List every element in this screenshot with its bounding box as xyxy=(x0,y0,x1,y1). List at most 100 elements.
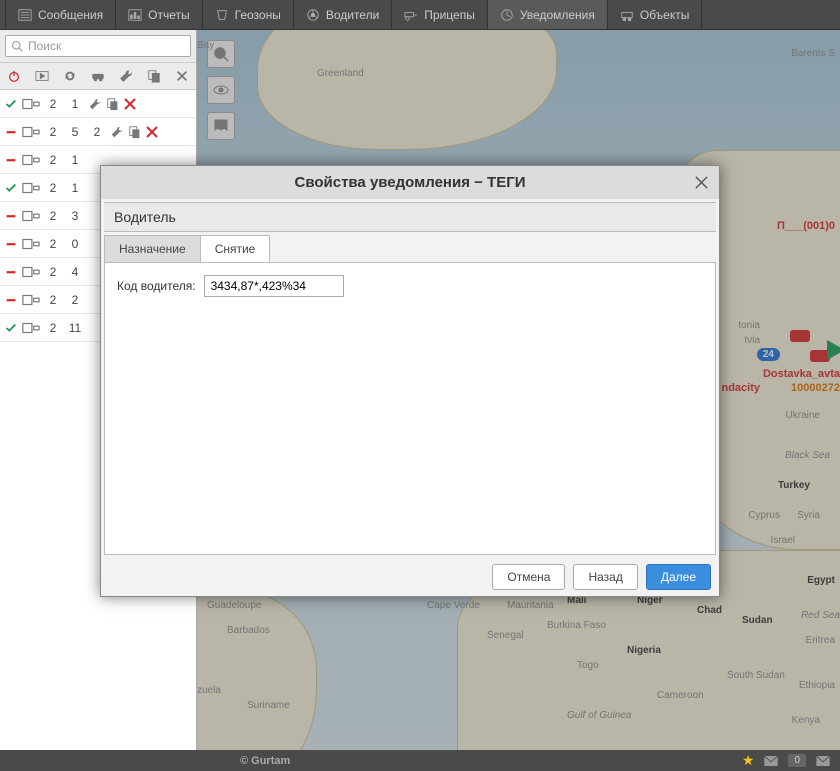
map-label: Cyprus xyxy=(748,510,780,521)
nav-label: Отчеты xyxy=(148,8,189,22)
nav-drivers[interactable]: Водители xyxy=(294,0,392,29)
copy-icon[interactable] xyxy=(106,97,120,111)
nav-label: Уведомления xyxy=(520,8,595,22)
nav-label: Объекты xyxy=(640,8,690,22)
map-label: Black Sea xyxy=(785,450,830,461)
map-label: tonia xyxy=(738,320,760,331)
map-label: Bay xyxy=(197,40,214,51)
dash-icon xyxy=(4,237,18,251)
envelope-icon[interactable] xyxy=(816,756,830,766)
count-cell: 3 xyxy=(66,209,84,223)
chart-icon xyxy=(128,8,142,22)
close-icon[interactable] xyxy=(694,175,709,190)
delete-icon[interactable] xyxy=(146,126,158,138)
tab-separate[interactable]: Снятие xyxy=(200,235,271,262)
list-item[interactable]: 252 xyxy=(0,118,196,146)
check-icon xyxy=(4,321,18,335)
back-button[interactable]: Назад xyxy=(573,564,637,590)
button-label: Отмена xyxy=(507,570,550,584)
nav-label: Сообщения xyxy=(38,8,103,22)
steering-icon xyxy=(306,8,320,22)
map-label: Ethiopia xyxy=(799,680,835,691)
tabs: Назначение Снятие xyxy=(104,235,716,263)
cancel-button[interactable]: Отмена xyxy=(492,564,565,590)
close-icon[interactable] xyxy=(175,69,189,83)
connection-icon xyxy=(22,154,40,166)
bell-icon xyxy=(500,8,514,22)
wrench-icon[interactable] xyxy=(88,97,102,111)
map-label: Greenland xyxy=(317,68,364,79)
map-label: Barbados xyxy=(227,625,270,636)
driver-code-row: Код водителя: xyxy=(117,275,703,297)
count-cell: 2 xyxy=(44,265,62,279)
map-label: South Sudan xyxy=(727,670,785,681)
panel-toolbar xyxy=(0,62,196,90)
tab-label: Снятие xyxy=(215,242,256,256)
map-label: Red Sea xyxy=(801,610,840,621)
count-cell: 2 xyxy=(44,153,62,167)
connection-icon xyxy=(22,238,40,250)
driver-code-input[interactable] xyxy=(204,275,344,297)
search-row: Поиск xyxy=(0,30,196,62)
count-cell: 4 xyxy=(66,265,84,279)
map-label: Cameroon xyxy=(657,690,704,701)
vehicle-icon[interactable] xyxy=(790,330,810,342)
envelope-icon[interactable] xyxy=(764,756,778,766)
trailer-icon xyxy=(404,8,418,22)
nav-reports[interactable]: Отчеты xyxy=(116,0,202,29)
map-label: Egypt xyxy=(807,575,835,586)
map-label: Israel xyxy=(771,535,795,546)
nav-geozones[interactable]: Геозоны xyxy=(203,0,294,29)
dash-icon xyxy=(4,265,18,279)
count-cell: 2 xyxy=(44,181,62,195)
flag-icon[interactable] xyxy=(827,340,840,360)
cluster-badge[interactable]: 24 xyxy=(757,348,780,361)
unit-icon xyxy=(620,8,634,22)
tab-assign[interactable]: Назначение xyxy=(104,235,201,262)
connection-icon xyxy=(22,126,40,138)
list-item[interactable]: 21 xyxy=(0,90,196,118)
count-cell: 1 xyxy=(66,153,84,167)
play-icon[interactable] xyxy=(35,69,49,83)
wrench-icon[interactable] xyxy=(110,125,124,139)
map-label: Sudan xyxy=(742,615,773,626)
count-cell: 2 xyxy=(44,97,62,111)
map-object-label: Dostavka_avta xyxy=(763,368,840,380)
count-cell: 2 xyxy=(66,293,84,307)
dialog-title: Свойства уведомления − ТЕГИ xyxy=(294,174,525,191)
map-label: Mauritania xyxy=(507,600,554,611)
list-icon xyxy=(18,8,32,22)
connection-icon xyxy=(22,98,40,110)
count-cell: 0 xyxy=(66,237,84,251)
wrench-icon[interactable] xyxy=(119,69,133,83)
map-visibility-button[interactable] xyxy=(207,76,235,104)
tab-label: Назначение xyxy=(119,242,186,256)
map-label: Senegal xyxy=(487,630,524,641)
search-input[interactable]: Поиск xyxy=(5,35,191,57)
nav-units[interactable]: Объекты xyxy=(608,0,703,29)
copy-icon[interactable] xyxy=(128,125,142,139)
nav-messages[interactable]: Сообщения xyxy=(6,0,116,29)
button-label: Назад xyxy=(588,570,622,584)
map-layers-button[interactable] xyxy=(207,112,235,140)
connection-icon xyxy=(22,182,40,194)
map-label: Cape Verde xyxy=(427,600,480,611)
next-button[interactable]: Далее xyxy=(646,564,711,590)
nav-notifications[interactable]: Уведомления xyxy=(488,0,608,29)
star-icon[interactable]: ★ xyxy=(742,752,755,769)
nav-trailers[interactable]: Прицепы xyxy=(392,0,488,29)
geofence-icon xyxy=(215,8,229,22)
car-icon[interactable] xyxy=(91,69,105,83)
search-icon xyxy=(11,40,23,52)
dialog-body: Код водителя: xyxy=(104,263,716,555)
dialog-title-bar: Свойства уведомления − ТЕГИ xyxy=(101,166,719,199)
nav-label: Геозоны xyxy=(235,8,281,22)
delete-icon[interactable] xyxy=(124,98,136,110)
copy-icon[interactable] xyxy=(147,69,161,83)
refresh-icon[interactable] xyxy=(63,69,77,83)
count-cell: 2 xyxy=(44,293,62,307)
power-icon[interactable] xyxy=(7,69,21,83)
dash-icon xyxy=(4,293,18,307)
connection-icon xyxy=(22,210,40,222)
map-toolbar xyxy=(207,40,235,140)
